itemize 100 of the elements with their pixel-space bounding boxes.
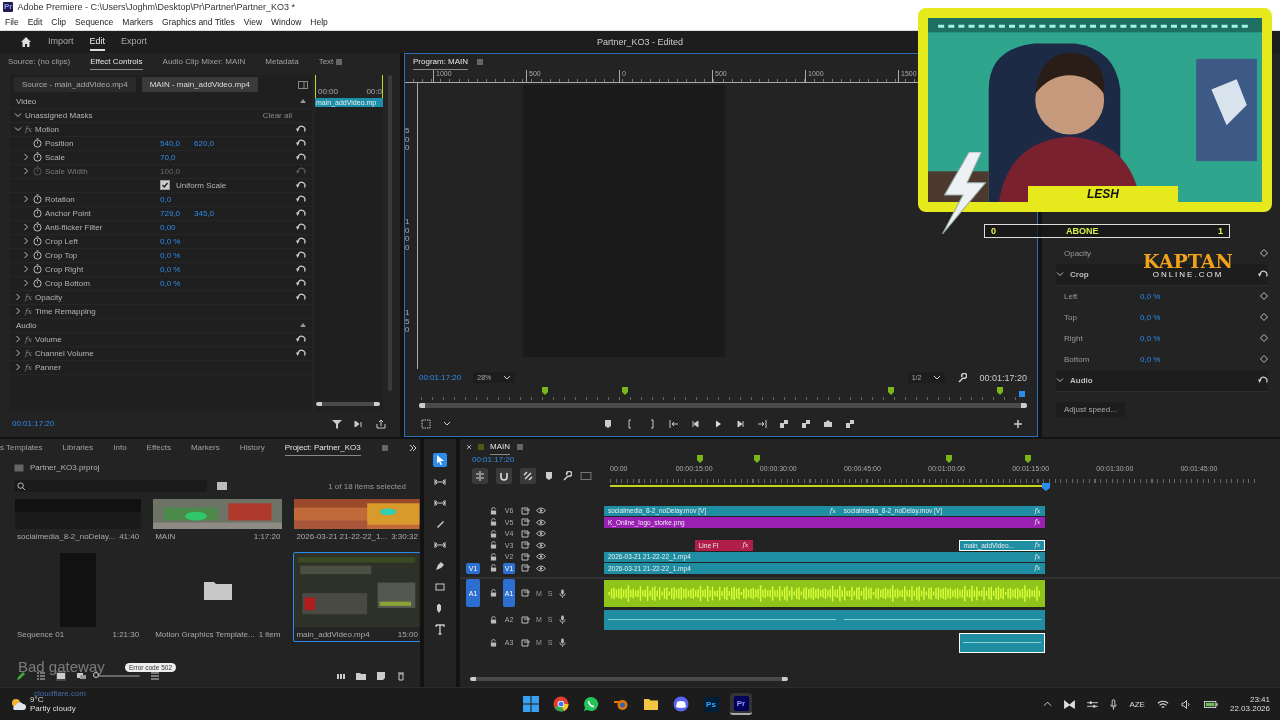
menu-item[interactable]: Graphics and Titles [162,16,235,27]
lock-icon[interactable] [490,506,497,515]
pencil-icon[interactable] [16,671,26,682]
compare-icon[interactable] [845,418,855,429]
chevron-icon[interactable] [22,237,30,246]
collapse-icon[interactable] [300,99,306,104]
chevron-icon[interactable] [1056,376,1064,385]
audio-clip[interactable] [604,579,1045,607]
property-value[interactable]: 0,0 % [1106,333,1161,343]
reset-icon[interactable] [296,124,306,134]
list-view-icon[interactable] [36,671,46,682]
chevron-icon[interactable] [22,265,30,274]
type-tool-icon[interactable] [434,623,446,636]
property-value[interactable]: 0,00 [160,222,176,232]
eye-icon[interactable] [536,553,546,561]
panel-tab[interactable]: Markers [190,440,220,457]
chevron-icon[interactable] [14,363,22,372]
go-to-out-icon[interactable] [757,418,767,429]
menu-item[interactable]: File [5,16,19,27]
chevron-icon[interactable] [14,125,22,134]
start-icon[interactable] [523,696,539,713]
microphone-icon[interactable] [558,638,566,648]
menu-item[interactable]: Markers [122,16,153,27]
property-value[interactable]: 0,0 % [1106,354,1161,364]
clip-tab[interactable]: MAIN - main_addVideo.mp4 [141,77,259,93]
project-item[interactable]: Sequence 01 1:21:30 [14,552,143,643]
stopwatch-icon[interactable] [33,250,42,261]
property-value[interactable]: 620,0 [194,138,215,148]
menu-item[interactable]: Help [310,16,328,27]
audio-clip[interactable] [839,609,1045,630]
sync-lock-icon[interactable] [521,638,530,647]
panel-tab[interactable]: Effect Controls [90,53,143,70]
add-icon[interactable] [1013,418,1023,429]
scrollbar[interactable] [316,401,380,406]
browser-icon[interactable] [553,696,569,713]
sync-lock-icon[interactable] [521,552,530,561]
sync-lock-icon[interactable] [521,615,530,624]
menu-item[interactable]: Window [271,16,302,27]
export-icon[interactable] [376,418,386,429]
trash-icon[interactable] [396,671,406,682]
pen-icon[interactable] [434,560,446,573]
filter-icon[interactable] [332,418,342,429]
panel-toggle-icon[interactable] [298,80,308,89]
insert-icon[interactable] [779,418,789,429]
lock-icon[interactable] [490,564,497,573]
stopwatch-icon[interactable] [33,264,42,275]
timecode[interactable]: 00:01:17:20 [12,419,55,429]
property-value[interactable]: 0,0 % [1106,312,1161,322]
panel-tab[interactable]: Program: MAIN [413,53,469,70]
panel-tab[interactable]: s Templates [0,440,43,457]
folder-icon[interactable] [643,696,659,713]
menu-icon[interactable] [516,443,524,452]
search-field[interactable] [14,480,207,493]
menu-item[interactable]: Edit [27,16,43,27]
property-value[interactable]: 0,0 [160,194,172,204]
camera-icon[interactable] [823,418,833,429]
sort-icon[interactable] [150,671,160,682]
caret-icon[interactable] [933,375,942,381]
audio-clip[interactable] [604,609,840,630]
go-to-in-icon[interactable] [669,418,679,429]
wrench-icon[interactable] [957,372,968,383]
menu-item[interactable]: View [243,16,263,27]
overflow-icon[interactable] [408,444,417,453]
sync-lock-icon[interactable] [521,506,530,515]
eye-icon[interactable] [536,530,546,538]
project-item[interactable]: main_addVideo.mp4 15:00 [293,552,420,643]
captions-icon[interactable] [580,471,592,482]
chevron-up-icon[interactable] [1043,701,1053,708]
microphone-icon[interactable] [558,615,566,625]
folder-icon[interactable] [356,671,366,682]
marker-icon[interactable] [753,455,760,464]
chevron-icon[interactable] [14,349,22,358]
menu-icon[interactable] [380,444,389,453]
marker-icon[interactable] [603,418,613,429]
reset-icon[interactable] [296,348,306,358]
clip-tab[interactable]: Source - main_addVideo.mp4 [14,77,136,93]
chevron-icon[interactable] [14,335,22,344]
reset-icon[interactable] [1258,375,1268,385]
chevron-icon[interactable] [22,153,30,162]
weather-icon[interactable] [10,697,26,712]
lock-icon[interactable] [490,541,497,550]
playhead[interactable] [1041,483,1050,492]
panel-tab[interactable]: Project: Partner_KO3 [284,440,361,457]
sliders-icon[interactable] [1087,699,1099,709]
marker-icon[interactable] [1024,455,1031,464]
panel-tab[interactable]: Audio Clip Mixer: MAIN [162,53,246,70]
stopwatch-icon[interactable] [33,278,42,289]
chevron-icon[interactable] [22,279,30,288]
stopwatch-icon[interactable] [33,194,42,205]
property-value[interactable]: 70,0 [160,152,176,162]
playhead[interactable] [1019,390,1025,397]
reset-icon[interactable] [296,334,306,344]
clock-date[interactable]: 22.03.2026 [1229,704,1270,714]
property-value[interactable]: 0,0 % [160,278,181,288]
property-value[interactable]: 729,0 [160,208,181,218]
eye-icon[interactable] [536,507,546,515]
property-value[interactable]: 0,0 % [160,236,181,246]
property-value[interactable]: 345,0 [194,208,215,218]
stopwatch-icon[interactable] [33,222,42,233]
scrollbar[interactable] [470,677,788,682]
